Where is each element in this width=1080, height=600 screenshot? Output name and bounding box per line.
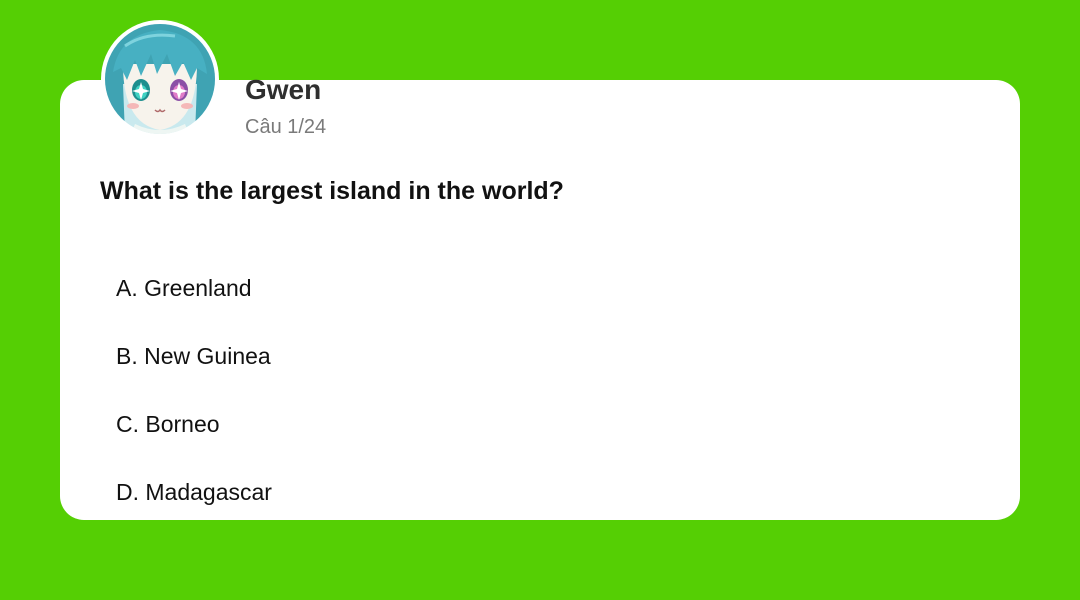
anime-girl-avatar-icon: [105, 24, 215, 134]
avatar: [101, 20, 219, 138]
answer-option-a[interactable]: A. Greenland: [116, 273, 252, 303]
question-counter: Câu 1/24: [245, 116, 327, 138]
answer-option-d[interactable]: D. Madagascar: [116, 477, 272, 507]
user-name: Gwen: [245, 74, 322, 105]
answer-option-c[interactable]: C. Borneo: [116, 409, 220, 439]
answer-option-b[interactable]: B. New Guinea: [116, 341, 271, 371]
question-text: What is the largest island in the world?: [100, 177, 564, 205]
